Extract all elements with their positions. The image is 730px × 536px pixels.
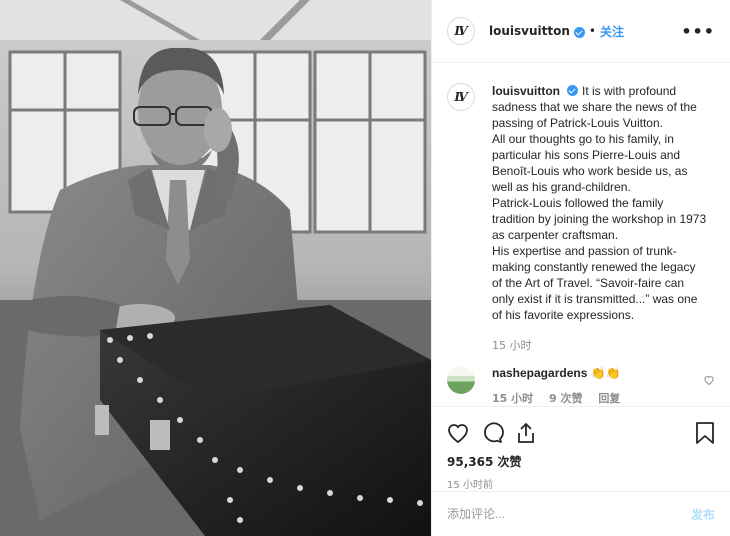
comment-body: nashepagardens 👏👏: [492, 366, 632, 380]
verified-badge-icon: [573, 26, 585, 38]
comment-input[interactable]: [447, 507, 691, 521]
comment-icon[interactable]: [480, 421, 504, 445]
follow-button[interactable]: 关注: [600, 23, 624, 40]
post-sidebar: LV louisvuitton • 关注 ••• LV louisvuitton…: [431, 0, 730, 536]
heart-icon[interactable]: [446, 421, 470, 445]
comment-text: 👏👏: [590, 366, 621, 380]
photo-illustration: [0, 0, 431, 536]
comment-item: nashepagardens 👏👏 15 小时 9 次赞 回复: [447, 366, 715, 406]
add-comment-bar: 发布: [432, 491, 730, 536]
author-avatar[interactable]: LV: [447, 17, 475, 45]
comment-meta: 15 小时 9 次赞 回复: [492, 390, 632, 406]
post-photo[interactable]: [0, 0, 431, 536]
post-actions: 95,365 次赞 15 小时前 发布: [432, 406, 730, 536]
lv-logo: LV: [454, 24, 467, 38]
caption-line: All our thoughts go to his family, in pa…: [492, 132, 688, 194]
post-timestamp: 15 小时前: [447, 480, 493, 491]
reply-button[interactable]: 回复: [598, 392, 620, 405]
comment-likes[interactable]: 9 次赞: [549, 392, 582, 405]
comment-timestamp: 15 小时: [492, 392, 534, 405]
post-header: LV louisvuitton • 关注 •••: [432, 0, 730, 63]
author-username[interactable]: louisvuitton: [489, 24, 570, 38]
caption-username[interactable]: louisvuitton: [492, 84, 560, 98]
lv-logo: LV: [454, 90, 467, 104]
verified-badge-icon: [567, 85, 578, 96]
caption-line: Patrick-Louis followed the family tradit…: [492, 196, 707, 242]
separator-dot: •: [588, 24, 596, 38]
comment-like-heart-icon[interactable]: [703, 374, 715, 386]
more-options-icon[interactable]: •••: [681, 22, 715, 41]
caption-author-avatar[interactable]: LV: [447, 83, 475, 111]
share-icon[interactable]: [514, 421, 538, 445]
likes-count[interactable]: 95,365 次赞: [432, 453, 730, 470]
post-caption: LV louisvuitton It is with profound sadne…: [447, 83, 715, 323]
caption-line: His expertise and passion of trunk-makin…: [492, 244, 698, 322]
caption-timestamp: 15 小时: [492, 339, 532, 352]
post-comment-button[interactable]: 发布: [691, 506, 715, 523]
caption-text: louisvuitton It is with profound sadness …: [492, 83, 707, 323]
commenter-avatar[interactable]: [447, 366, 475, 394]
comments-section[interactable]: LV louisvuitton It is with profound sadne…: [432, 63, 730, 406]
action-icons: [432, 407, 730, 451]
comment-username[interactable]: nashepagardens: [492, 366, 587, 380]
bookmark-icon[interactable]: [694, 421, 716, 445]
